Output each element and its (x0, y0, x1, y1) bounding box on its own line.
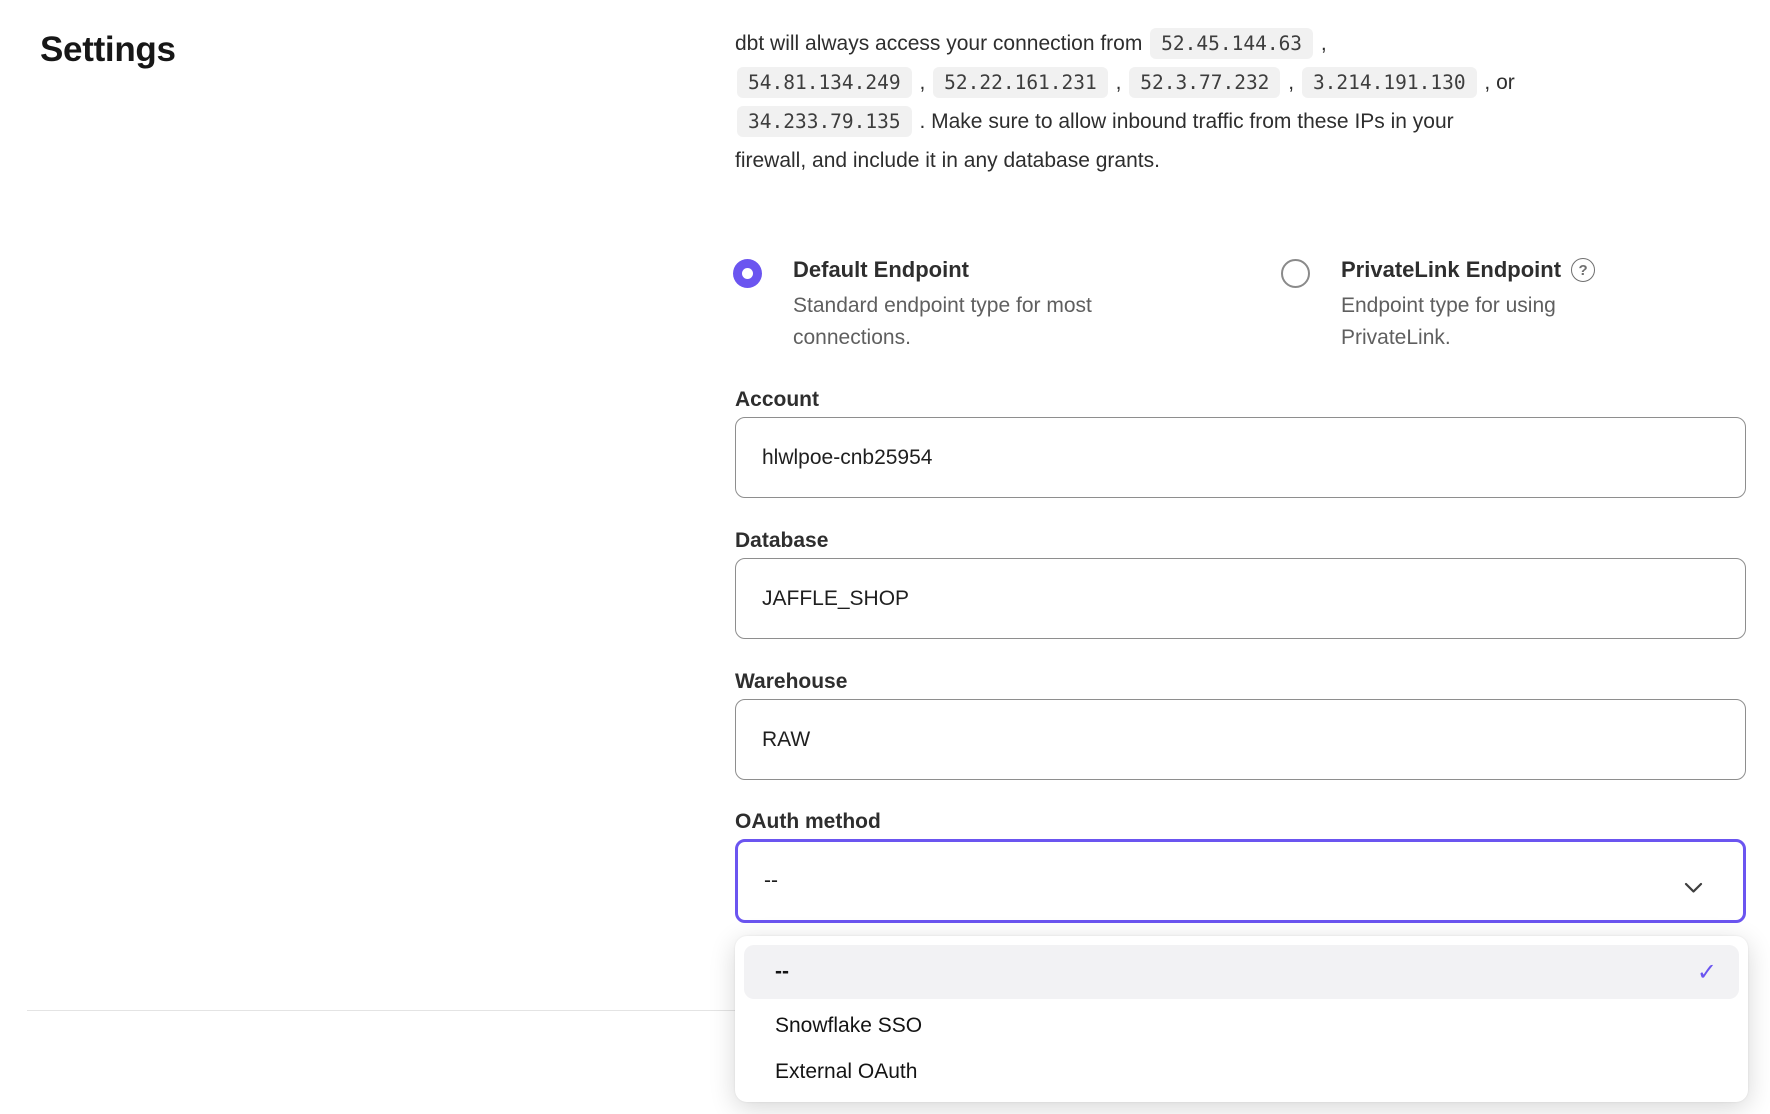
ip-notice-text: . Make sure to allow inbound traffic fro… (914, 110, 1454, 134)
database-input[interactable] (735, 558, 1746, 639)
oauth-method-dropdown-menu: -- ✓ Snowflake SSO External OAuth (735, 936, 1748, 1102)
oauth-method-select[interactable]: -- (735, 839, 1746, 923)
default-endpoint-title: Default Endpoint (793, 255, 969, 285)
dropdown-option-label: External OAuth (775, 1060, 917, 1084)
help-icon[interactable]: ? (1571, 258, 1595, 282)
account-label: Account (735, 388, 819, 412)
ip-notice-text: , (1110, 71, 1128, 95)
ip-notice-line: 54.81.134.249 , 52.22.161.231 , 52.3.77.… (735, 63, 1750, 102)
privatelink-endpoint-title: PrivateLink Endpoint (1341, 255, 1561, 285)
default-endpoint-description: Standard endpoint type for most connecti… (793, 290, 1133, 354)
ip-notice-line: 34.233.79.135 . Make sure to allow inbou… (735, 102, 1750, 141)
dropdown-option-label: -- (775, 960, 789, 984)
ip-address-chip: 54.81.134.249 (737, 67, 912, 98)
radio-option-default-endpoint[interactable]: Default Endpoint Standard endpoint type … (733, 255, 1133, 354)
radio-unselected-icon[interactable] (1281, 259, 1310, 288)
privatelink-endpoint-description: Endpoint type for using PrivateLink. (1341, 290, 1621, 354)
database-label: Database (735, 529, 828, 553)
dropdown-option-label: Snowflake SSO (775, 1014, 922, 1038)
settings-page: Settings dbt will always access your con… (0, 0, 1770, 1114)
chevron-down-icon (1684, 876, 1703, 900)
ip-notice-text: , (1282, 71, 1300, 95)
check-icon: ✓ (1697, 958, 1717, 987)
ip-address-chip: 34.233.79.135 (737, 106, 912, 137)
ip-notice-line: dbt will always access your connection f… (735, 24, 1750, 63)
warehouse-input[interactable] (735, 699, 1746, 780)
ip-allowlist-notice: dbt will always access your connection f… (735, 24, 1750, 180)
oauth-method-label: OAuth method (735, 810, 881, 834)
ip-notice-text: , (1315, 32, 1327, 56)
page-title: Settings (40, 30, 176, 70)
dropdown-option[interactable]: Snowflake SSO (744, 1003, 1739, 1049)
ip-address-chip: 52.3.77.232 (1129, 67, 1280, 98)
radio-option-privatelink-endpoint[interactable]: PrivateLink Endpoint ? Endpoint type for… (1281, 255, 1621, 354)
radio-selected-icon[interactable] (733, 259, 762, 288)
ip-notice-text: dbt will always access your connection f… (735, 32, 1148, 56)
oauth-method-selected-value: -- (764, 869, 778, 893)
ip-notice-text: firewall, and include it in any database… (735, 149, 1160, 173)
dropdown-option[interactable]: External OAuth (744, 1049, 1739, 1095)
ip-notice-text: , or (1479, 71, 1515, 95)
warehouse-label: Warehouse (735, 670, 847, 694)
ip-notice-text: , (914, 71, 932, 95)
ip-address-chip: 3.214.191.130 (1302, 67, 1477, 98)
dropdown-option[interactable]: -- ✓ (744, 945, 1739, 999)
ip-address-chip: 52.45.144.63 (1150, 28, 1313, 59)
ip-address-chip: 52.22.161.231 (933, 67, 1108, 98)
account-input[interactable] (735, 417, 1746, 498)
ip-notice-line: firewall, and include it in any database… (735, 141, 1750, 180)
